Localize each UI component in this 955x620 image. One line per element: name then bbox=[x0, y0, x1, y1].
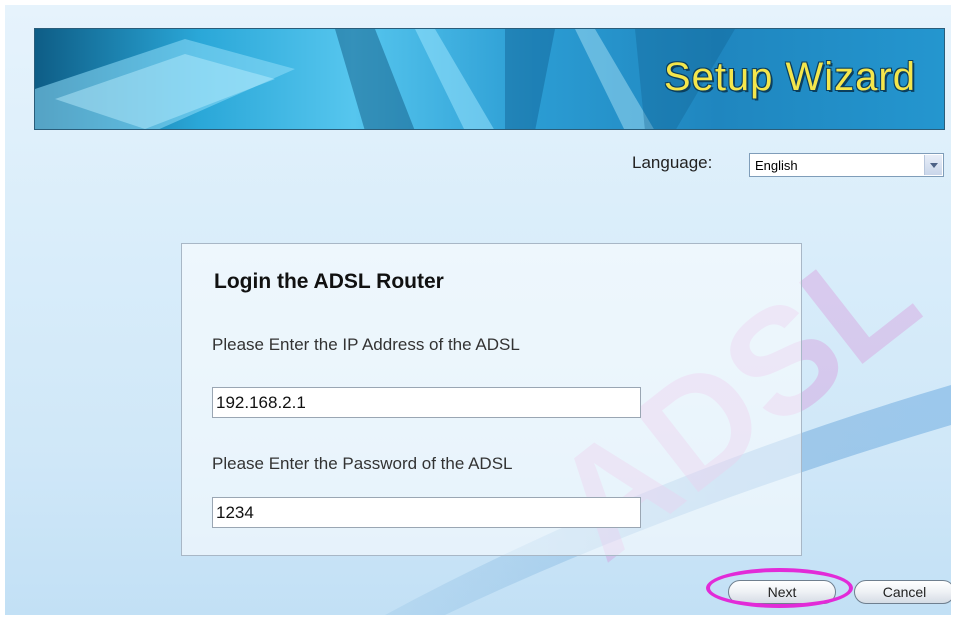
login-panel: Login the ADSL Router Please Enter the I… bbox=[181, 243, 802, 556]
language-select[interactable]: English bbox=[749, 153, 944, 177]
panel-title: Login the ADSL Router bbox=[214, 270, 444, 293]
ip-address-label: Please Enter the IP Address of the ADSL bbox=[212, 335, 520, 354]
language-selected-value: English bbox=[755, 158, 798, 173]
password-input[interactable] bbox=[212, 497, 641, 528]
language-label: Language: bbox=[632, 153, 713, 172]
ip-address-input[interactable] bbox=[212, 387, 641, 418]
banner-title: Setup Wizard bbox=[663, 55, 916, 99]
next-button-highlight-circle bbox=[706, 568, 853, 608]
cancel-button[interactable]: Cancel bbox=[854, 580, 951, 604]
password-label: Please Enter the Password of the ADSL bbox=[212, 454, 513, 473]
wizard-window: ADSL Setup Wizard Language: English Logi… bbox=[5, 5, 951, 615]
setup-wizard-banner: Setup Wizard bbox=[34, 28, 945, 130]
chevron-down-icon[interactable] bbox=[924, 155, 942, 175]
